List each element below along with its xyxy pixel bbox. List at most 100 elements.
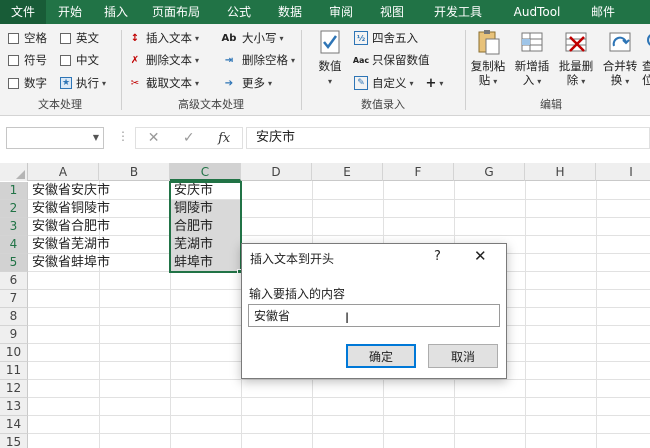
select-all-corner[interactable] <box>0 163 28 181</box>
ribbon-tab-bar: 文件 开始 插入 页面布局 公式 数据 审阅 视图 开发工具 AudTool 邮… <box>0 0 650 24</box>
column-header-c[interactable]: C <box>170 163 241 181</box>
row-header-8[interactable]: 8 <box>0 308 28 326</box>
gridline <box>28 397 650 398</box>
remove-space-button[interactable]: ⇥ 删除空格 ▾ <box>220 52 295 68</box>
group-edit: 复制粘贴 ▾ 新增插入 ▾ 批量删除 ▾ 合并转 换 ▾ 查 位 编辑 <box>466 24 650 116</box>
delete-text-button[interactable]: ✗ 删除文本 ▾ <box>128 52 199 68</box>
cell-a4[interactable]: 安徽省芜湖市 <box>29 236 110 254</box>
column-header-i[interactable]: I <box>596 163 650 181</box>
tab-data[interactable]: 数据 <box>264 0 316 24</box>
row-header-2[interactable]: 2 <box>0 200 28 218</box>
add-insert-button[interactable]: 新增插入 ▾ <box>510 28 554 89</box>
row-header-11[interactable]: 11 <box>0 362 28 380</box>
row-header-7[interactable]: 7 <box>0 290 28 308</box>
merge-convert-button[interactable]: 合并转换 ▾ <box>598 28 642 89</box>
insert-text-dialog: 插入文本到开头 ? ✕ 输入要插入的内容 Ⅰ 确定 取消 <box>241 243 507 379</box>
case-button[interactable]: Ab 大小写 ▾ <box>220 30 284 46</box>
gridline <box>596 181 597 448</box>
column-header-g[interactable]: G <box>454 163 525 181</box>
execute-button[interactable]: ★ 执行 ▾ <box>60 75 106 91</box>
dialog-title: 插入文本到开头 <box>250 252 335 266</box>
plus-icon[interactable]: + <box>426 76 437 91</box>
insert-text-button[interactable]: ↕ 插入文本 ▾ <box>128 30 199 46</box>
row-header-15[interactable]: 15 <box>0 434 28 448</box>
row-header-1[interactable]: 1 <box>0 182 28 200</box>
checkbox-number[interactable]: 数字 <box>8 75 47 91</box>
column-header-d[interactable]: D <box>241 163 312 181</box>
chevron-down-icon[interactable]: ▼ <box>93 133 99 142</box>
custom-edit-icon: ✎ <box>354 76 368 90</box>
tab-mail[interactable]: 邮件 <box>576 0 630 24</box>
column-header-f[interactable]: F <box>383 163 454 181</box>
group-label-edit: 编辑 <box>540 98 562 111</box>
arrow-right-icon: ➔ <box>224 77 234 89</box>
round-button[interactable]: ½ 四舍五入 <box>354 30 418 46</box>
checkbox-symbol[interactable]: 符号 <box>8 52 47 68</box>
tab-page-layout[interactable]: 页面布局 <box>138 0 214 24</box>
gridline <box>28 235 650 236</box>
value-check-icon <box>320 30 340 54</box>
tab-formulas[interactable]: 公式 <box>214 0 264 24</box>
tab-review[interactable]: 审阅 <box>316 0 366 24</box>
batch-delete-button[interactable]: 批量删除 ▾ <box>554 28 598 89</box>
cancel-formula-button[interactable]: ✕ <box>148 130 160 146</box>
tab-audtool[interactable]: AudTool <box>498 0 576 24</box>
formula-bar-grip[interactable]: ⋮ <box>117 129 129 143</box>
delete-text-icon: ✗ <box>130 54 140 66</box>
copy-paste-button[interactable]: 复制粘贴 ▾ <box>468 28 508 89</box>
row-header-10[interactable]: 10 <box>0 344 28 362</box>
checkbox-chinese[interactable]: 中文 <box>60 52 99 68</box>
row-header-5[interactable]: 5 <box>0 254 28 272</box>
gridline <box>28 433 650 434</box>
help-button[interactable]: ? <box>434 249 441 264</box>
row-header-4[interactable]: 4 <box>0 236 28 254</box>
clipboard-icon <box>478 30 500 55</box>
keep-number-icon: Aac <box>352 55 370 65</box>
column-header-h[interactable]: H <box>525 163 596 181</box>
tab-view[interactable]: 视图 <box>366 0 418 24</box>
column-header-e[interactable]: E <box>312 163 383 181</box>
cancel-button[interactable]: 取消 <box>428 344 498 368</box>
ok-button[interactable]: 确定 <box>346 344 416 368</box>
scissors-icon: ✂ <box>130 77 140 89</box>
cell-a2[interactable]: 安徽省铜陵市 <box>29 200 110 218</box>
close-button[interactable]: ✕ <box>474 247 487 265</box>
row-header-6[interactable]: 6 <box>0 272 28 290</box>
confirm-formula-button[interactable]: ✓ <box>183 130 195 146</box>
gridline <box>525 181 526 448</box>
round-icon: ½ <box>354 31 368 45</box>
tab-insert[interactable]: 插入 <box>94 0 138 24</box>
cell-a3[interactable]: 安徽省合肥市 <box>29 218 110 236</box>
star-icon: ★ <box>60 77 72 89</box>
gridline <box>28 199 650 200</box>
column-header-b[interactable]: B <box>99 163 170 181</box>
row-header-3[interactable]: 3 <box>0 218 28 236</box>
insert-function-button[interactable]: fx <box>218 131 230 146</box>
remove-space-icon: ⇥ <box>224 54 234 66</box>
column-header-a[interactable]: A <box>28 163 99 181</box>
name-box[interactable]: ▼ <box>6 127 104 149</box>
more-button[interactable]: ➔ 更多 ▾ <box>220 75 272 91</box>
row-header-14[interactable]: 14 <box>0 416 28 434</box>
value-button[interactable]: 数值 ▾ <box>310 28 350 89</box>
checkbox-space[interactable]: 空格 <box>8 30 47 46</box>
tab-home[interactable]: 开始 <box>46 0 94 24</box>
tab-file[interactable]: 文件 <box>0 0 46 24</box>
cell-a1[interactable]: 安徽省安庆市 <box>29 182 110 200</box>
tab-developer[interactable]: 开发工具 <box>418 0 498 24</box>
row-header-12[interactable]: 12 <box>0 380 28 398</box>
cell-a5[interactable]: 安徽省蚌埠市 <box>29 254 110 272</box>
insert-content-input[interactable] <box>248 304 500 327</box>
insert-table-icon <box>521 32 543 52</box>
custom-button[interactable]: ✎ 自定义 ▾ + ▾ <box>354 75 443 91</box>
keep-number-button[interactable]: Aac 只保留数值 <box>352 52 430 68</box>
row-header-9[interactable]: 9 <box>0 326 28 344</box>
group-text-processing: 空格 英文 符号 中文 数字 ★ 执行 ▾ 文本处理 <box>0 24 120 116</box>
row-header-13[interactable]: 13 <box>0 398 28 416</box>
checkbox-english[interactable]: 英文 <box>60 30 99 46</box>
extract-text-button[interactable]: ✂ 截取文本 ▾ <box>128 75 199 91</box>
formula-input[interactable]: 安庆市 <box>246 127 650 149</box>
text-cursor-icon: Ⅰ <box>345 311 350 327</box>
find-button[interactable]: 查找位 <box>642 28 650 87</box>
delete-table-icon <box>565 32 587 52</box>
